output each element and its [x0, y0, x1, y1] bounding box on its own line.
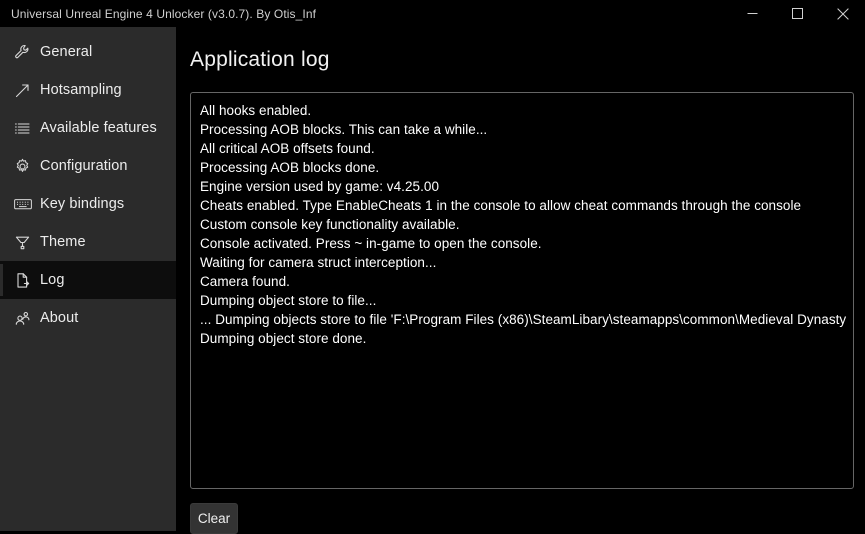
- sidebar-item-label: Log: [40, 272, 65, 288]
- clear-button[interactable]: Clear: [190, 503, 238, 534]
- log-line: Custom console key functionality availab…: [200, 217, 460, 232]
- people-icon: [14, 310, 40, 327]
- sidebar-item-label: Hotsampling: [40, 82, 122, 98]
- log-line: Cheats enabled. Type EnableCheats 1 in t…: [200, 198, 802, 213]
- keyboard-icon: [14, 197, 40, 211]
- sidebar-item-about[interactable]: About: [0, 299, 176, 337]
- log-line: Waiting for camera struct interception..…: [200, 255, 437, 270]
- sidebar-item-theme[interactable]: Theme: [0, 223, 176, 261]
- sidebar-item-hotsampling[interactable]: Hotsampling: [0, 71, 176, 109]
- application-window: Universal Unreal Engine 4 Unlocker (v3.0…: [0, 0, 865, 534]
- sidebar-item-configuration[interactable]: Configuration: [0, 147, 176, 185]
- sidebar-item-label: About: [40, 310, 79, 326]
- log-line: Dumping object store to file...: [200, 293, 377, 308]
- maximize-icon: [792, 8, 803, 19]
- log-line: Camera found.: [200, 274, 290, 289]
- minimize-button[interactable]: [730, 0, 775, 27]
- maximize-button[interactable]: [775, 0, 820, 27]
- list-icon: [14, 120, 40, 137]
- log-line: All critical AOB offsets found.: [200, 141, 375, 156]
- log-line: Engine version used by game: v4.25.00: [200, 179, 440, 194]
- close-icon: [836, 7, 849, 20]
- window-controls: [730, 0, 865, 27]
- minimize-icon: [747, 13, 758, 14]
- log-line: Processing AOB blocks. This can take a w…: [200, 122, 488, 137]
- wrench-icon: [14, 44, 40, 61]
- log-line: All hooks enabled.: [200, 103, 312, 118]
- window-title: Universal Unreal Engine 4 Unlocker (v3.0…: [11, 6, 317, 21]
- log-line: Processing AOB blocks done.: [200, 160, 380, 175]
- page-title: Application log: [190, 48, 330, 71]
- sidebar-item-label: Configuration: [40, 158, 128, 174]
- log-line: Dumping object store done.: [200, 331, 367, 346]
- sidebar-item-available-features[interactable]: Available features: [0, 109, 176, 147]
- sidebar-item-label: Available features: [40, 120, 157, 136]
- window-body: General Hotsampling Available features C…: [0, 27, 865, 534]
- application-log-output[interactable]: All hooks enabled. Processing AOB blocks…: [190, 92, 854, 489]
- sidebar-item-log[interactable]: Log: [0, 261, 176, 299]
- log-line: Console activated. Press ~ in-game to op…: [200, 236, 542, 251]
- document-icon: [14, 272, 40, 289]
- close-button[interactable]: [820, 0, 865, 27]
- title-bar: Universal Unreal Engine 4 Unlocker (v3.0…: [0, 0, 865, 27]
- content-area: Application log All hooks enabled. Proce…: [176, 27, 865, 534]
- sidebar-item-key-bindings[interactable]: Key bindings: [0, 185, 176, 223]
- sidebar-item-general[interactable]: General: [0, 33, 176, 71]
- sidebar-item-label: General: [40, 44, 93, 60]
- gear-icon: [14, 158, 40, 175]
- sidebar-item-label: Theme: [40, 234, 86, 250]
- diagonal-arrow-icon: [14, 82, 40, 99]
- paint-bucket-icon: [14, 234, 40, 251]
- sidebar: General Hotsampling Available features C…: [0, 27, 176, 531]
- sidebar-item-label: Key bindings: [40, 196, 125, 212]
- log-line: ... Dumping objects store to file 'F:\Pr…: [200, 312, 847, 327]
